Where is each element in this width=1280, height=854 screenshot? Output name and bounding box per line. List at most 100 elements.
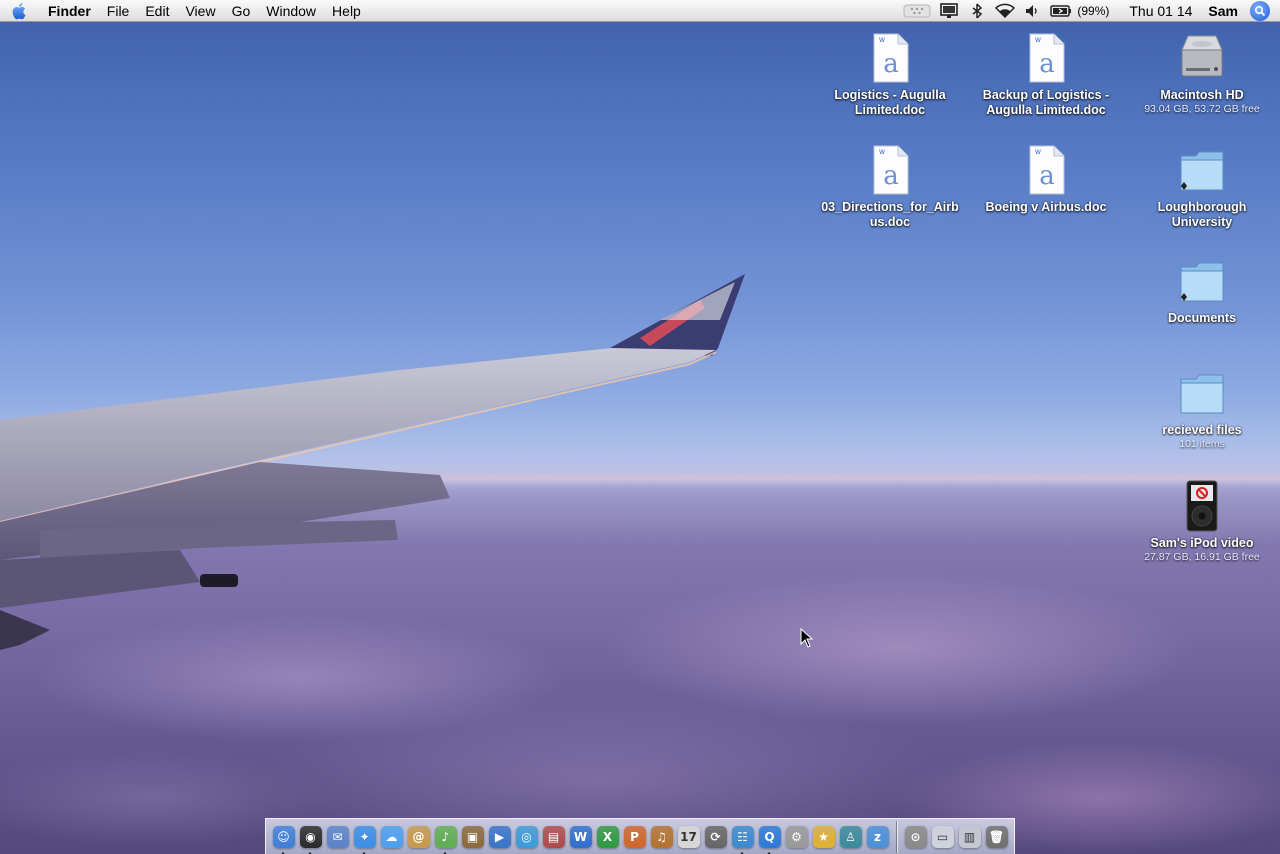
menu-help[interactable]: Help — [324, 0, 369, 22]
dock-app-glyph: ▶ — [488, 825, 511, 848]
garageband-icon[interactable]: ♫ — [649, 823, 674, 851]
menu-edit[interactable]: Edit — [137, 0, 177, 22]
dock-app-glyph: ⚙ — [785, 825, 808, 848]
svg-text:W: W — [879, 149, 885, 156]
desktop-item-backup-logistics-doc[interactable]: a W Backup of Logistics - Augulla Limite… — [976, 32, 1116, 118]
dock-app-glyph: ▤ — [542, 825, 565, 848]
ipod-icon — [1186, 480, 1218, 532]
hardware-icon[interactable]: ▥ — [957, 823, 982, 851]
battery-icon[interactable] — [1050, 0, 1072, 22]
dock-app-glyph: ✉ — [326, 825, 349, 848]
desktop-item-documents[interactable]: Documents — [1132, 255, 1272, 326]
dock-app-glyph: ♫ — [650, 825, 673, 848]
bluetooth-icon[interactable] — [966, 0, 988, 22]
menu-file[interactable]: File — [99, 0, 138, 22]
desktop-item-label: recieved files — [1162, 423, 1242, 437]
word-document-icon: a W — [1029, 33, 1065, 83]
mouse-cursor-icon — [800, 628, 814, 648]
desktop-item-info: 93.04 GB, 53.72 GB free — [1144, 103, 1260, 115]
desktop-item-info: 27.87 GB, 16.91 GB free — [1144, 551, 1260, 563]
desktop-item-boeing-v-airbus-doc[interactable]: a W Boeing v Airbus.doc — [976, 144, 1116, 215]
dock-doc-glyph: ▭ — [931, 825, 954, 848]
menubar-user[interactable]: Sam — [1200, 3, 1246, 19]
dock-app-glyph: ⟳ — [704, 825, 727, 848]
dock-doc-glyph: ▥ — [958, 825, 981, 848]
time-machine-icon[interactable]: ⟳ — [703, 823, 728, 851]
svg-text:a: a — [1039, 161, 1055, 191]
desktop-item-logistics-doc[interactable]: a W Logistics - Augulla Limited.doc — [820, 32, 960, 118]
desktop-item-info: 101 items — [1179, 438, 1225, 450]
menu-bar: Finder File Edit View Go Window Help (99… — [0, 0, 1280, 22]
dock-separator — [896, 820, 897, 853]
desktop-item-label: Backup of Logistics - Augulla Limited.do… — [982, 88, 1110, 117]
folder-alias-icon — [1180, 151, 1224, 191]
dock-app-glyph: ♙ — [839, 825, 862, 848]
dock-app-glyph: ☺ — [272, 825, 295, 848]
preview-icon[interactable]: ▤ — [541, 823, 566, 851]
keyboard-icon[interactable]: ▭ — [930, 823, 955, 851]
svg-text:W: W — [879, 37, 885, 44]
sleep-icon[interactable]: z — [865, 823, 890, 851]
ical-icon[interactable]: 17 — [676, 823, 701, 851]
dock-documents: ⊙ ▭ ▥ 🗑 — [902, 823, 1010, 851]
mail-icon[interactable]: ✉ — [325, 823, 350, 851]
finder-icon[interactable]: ☺ — [271, 823, 296, 854]
safari-icon[interactable]: ✦ — [352, 823, 377, 854]
menu-app-name[interactable]: Finder — [40, 0, 99, 22]
word-icon[interactable]: W — [568, 823, 593, 851]
desktop-item-recieved-files[interactable]: recieved files 101 items — [1132, 367, 1272, 451]
address-book-icon[interactable]: @ — [406, 823, 431, 851]
downloads-stack-icon[interactable]: ⊙ — [903, 823, 928, 851]
desktop-item-loughborough-university[interactable]: Loughborough University — [1132, 144, 1272, 230]
svg-text:a: a — [883, 161, 899, 191]
menu-view[interactable]: View — [177, 0, 223, 22]
spotlight-icon[interactable] — [1250, 1, 1270, 21]
folder-icon — [1180, 374, 1224, 414]
folder-alias-icon — [1180, 262, 1224, 302]
word-document-icon: a W — [873, 145, 909, 195]
desktop-item-directions-doc[interactable]: a W 03_Directions_for_Airbus.doc — [820, 144, 960, 230]
dock-app-glyph: ◉ — [299, 825, 322, 848]
dock-app-glyph: W — [569, 825, 592, 848]
wifi-icon[interactable] — [994, 0, 1016, 22]
dock-app-glyph: ♪ — [434, 825, 457, 848]
svg-text:W: W — [1035, 149, 1041, 156]
imovie-icon[interactable]: ▶ — [487, 823, 512, 851]
dock-app-glyph: ✦ — [353, 825, 376, 848]
quicktime-icon[interactable]: Q — [757, 823, 782, 854]
desktop-item-ipod[interactable]: Sam's iPod video 27.87 GB, 16.91 GB free — [1132, 480, 1272, 564]
svg-text:a: a — [1039, 49, 1055, 79]
menu-go[interactable]: Go — [224, 0, 259, 22]
volume-icon[interactable] — [1022, 0, 1044, 22]
dock-app-glyph: ☁ — [380, 825, 403, 848]
desktop-item-macintosh-hd[interactable]: Macintosh HD 93.04 GB, 53.72 GB free — [1132, 32, 1272, 116]
dock-doc-glyph: 🗑 — [985, 825, 1008, 848]
system-preferences-icon[interactable]: ⚙ — [784, 823, 809, 851]
powerpoint-icon[interactable]: P — [622, 823, 647, 851]
desktop-item-label: Logistics - Augulla Limited.doc — [834, 88, 946, 117]
menubar-clock[interactable]: Thu 01 14 — [1121, 3, 1200, 19]
sherlock-icon[interactable]: ★ — [811, 823, 836, 851]
ichat-icon[interactable]: ☁ — [379, 823, 404, 851]
apple-menu-icon[interactable] — [0, 0, 40, 22]
itunes-icon[interactable]: ♪ — [433, 823, 458, 854]
desktop-item-label: Sam's iPod video — [1150, 536, 1254, 550]
dock-app-glyph: ☷ — [731, 825, 754, 848]
desktop-item-label: Boeing v Airbus.doc — [985, 200, 1107, 214]
display-icon[interactable] — [938, 0, 960, 22]
network-icon[interactable]: ☷ — [730, 823, 755, 854]
hard-drive-icon — [1181, 35, 1223, 77]
svg-text:a: a — [883, 49, 899, 79]
word-document-icon: a W — [873, 33, 909, 83]
trash-icon[interactable]: 🗑 — [984, 823, 1009, 851]
dashboard-icon[interactable]: ◉ — [298, 823, 323, 854]
iphoto-icon[interactable]: ▣ — [460, 823, 485, 851]
desktop-item-label: Loughborough University — [1157, 200, 1247, 229]
idvd-icon[interactable]: ◎ — [514, 823, 539, 851]
excel-icon[interactable]: X — [595, 823, 620, 851]
automator-icon[interactable]: ♙ — [838, 823, 863, 851]
menu-window[interactable]: Window — [258, 0, 324, 22]
menu-extra-icon[interactable] — [902, 0, 932, 22]
menu-extras: (99%) Thu 01 14 Sam — [899, 0, 1280, 22]
word-document-icon: a W — [1029, 145, 1065, 195]
